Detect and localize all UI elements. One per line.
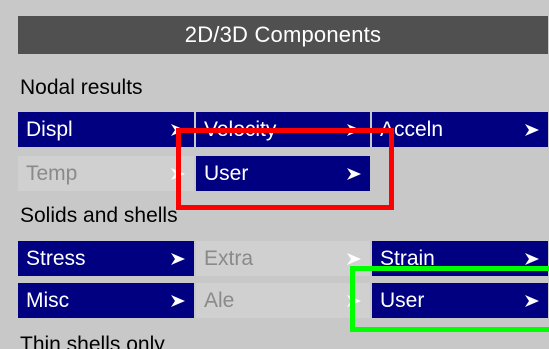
temp-button[interactable]: Temp	[18, 156, 194, 191]
submenu-arrow-icon	[170, 293, 186, 309]
section-label-nodal-results: Nodal results	[20, 76, 143, 99]
ale-label: Ale	[204, 288, 235, 312]
temp-label: Temp	[26, 161, 78, 185]
section-label-solids-and-shells: Solids and shells	[20, 204, 178, 227]
strain-label: Strain	[380, 246, 435, 270]
submenu-arrow-icon	[524, 251, 540, 267]
submenu-arrow-icon	[346, 293, 362, 309]
misc-label: Misc	[26, 288, 70, 312]
strain-button[interactable]: Strain	[372, 241, 548, 276]
submenu-arrow-icon	[346, 251, 362, 267]
extra-button[interactable]: Extra	[196, 241, 370, 276]
acceln-button[interactable]: Acceln	[372, 112, 548, 147]
ale-button[interactable]: Ale	[196, 283, 370, 318]
user-solids-button[interactable]: User	[372, 283, 548, 318]
displ-button[interactable]: Displ	[18, 112, 194, 147]
submenu-arrow-icon	[346, 122, 362, 138]
user-nodal-label: User	[204, 161, 249, 185]
panel-title: 2D/3D Components	[18, 16, 548, 54]
submenu-arrow-icon	[346, 166, 362, 182]
stress-button[interactable]: Stress	[18, 241, 194, 276]
misc-button[interactable]: Misc	[18, 283, 194, 318]
submenu-arrow-icon	[524, 293, 540, 309]
submenu-arrow-icon	[170, 166, 186, 182]
acceln-label: Acceln	[380, 117, 444, 141]
user-nodal-button[interactable]: User	[196, 156, 370, 191]
extra-label: Extra	[204, 246, 254, 270]
components-panel: 2D/3D Components Nodal results Displ Vel…	[0, 0, 549, 349]
stress-label: Stress	[26, 246, 86, 270]
section-label-thin-shells: Thin shells only	[20, 333, 165, 349]
velocity-button[interactable]: Velocity	[196, 112, 370, 147]
displ-label: Displ	[26, 117, 73, 141]
submenu-arrow-icon	[170, 122, 186, 138]
submenu-arrow-icon	[170, 251, 186, 267]
velocity-label: Velocity	[204, 117, 277, 141]
submenu-arrow-icon	[524, 122, 540, 138]
user-solids-label: User	[380, 288, 425, 312]
